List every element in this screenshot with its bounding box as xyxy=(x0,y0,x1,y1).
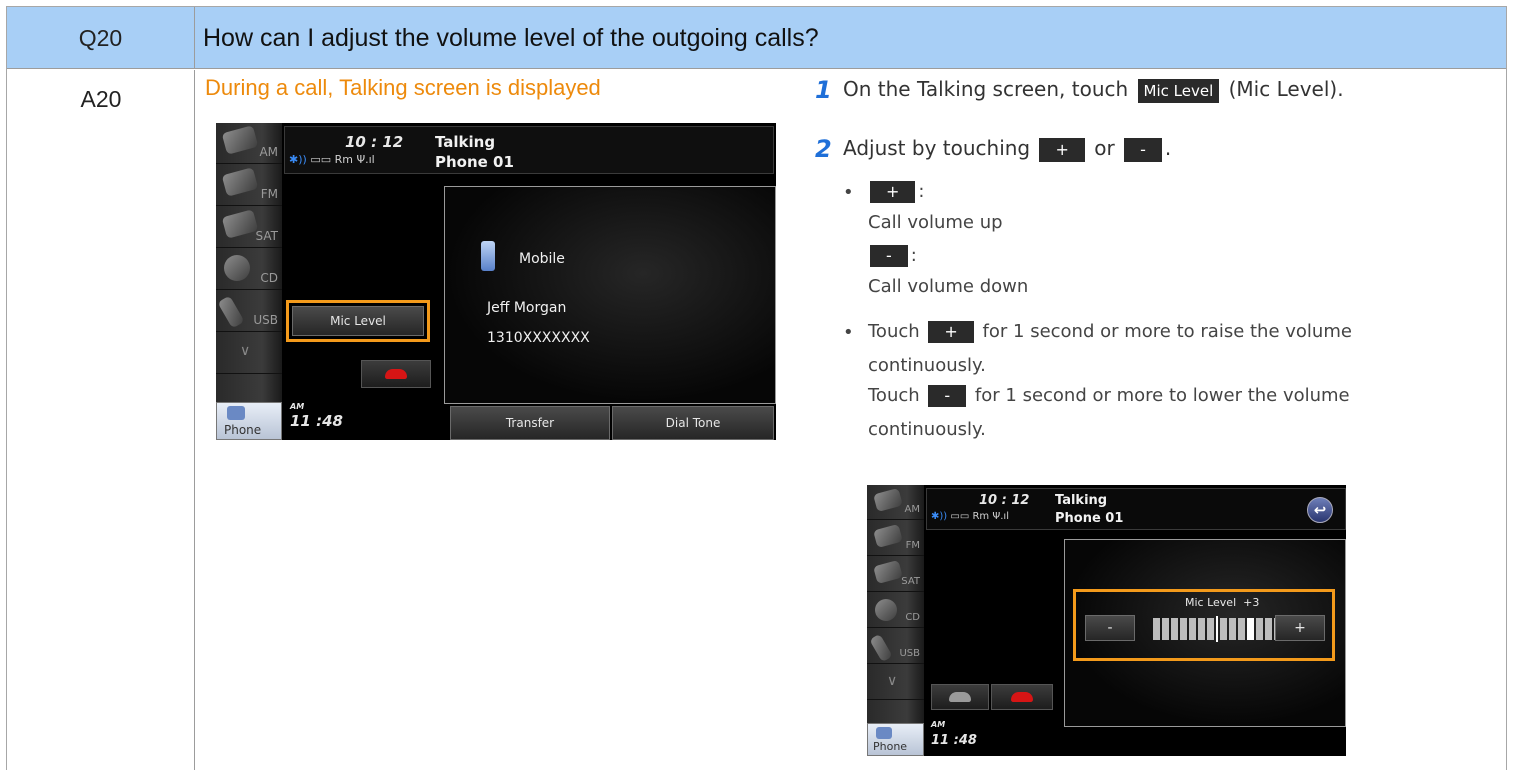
status-icons: ✱)) ▭▭ Rm Ψ.ıl xyxy=(289,153,375,166)
radio-icon xyxy=(221,125,259,155)
usb-icon xyxy=(869,633,893,663)
transfer-button[interactable]: Transfer xyxy=(450,406,610,440)
disc-icon xyxy=(224,255,250,281)
plus-definition: +: xyxy=(867,181,924,203)
question-row: Q20 How can I adjust the volume level of… xyxy=(7,7,1506,69)
clock: 10 : 12 xyxy=(345,133,404,151)
caller-number: 1310XXXXXXX xyxy=(487,330,590,346)
phone-handset-icon xyxy=(949,692,971,702)
dial-tone-button[interactable]: Dial Tone xyxy=(612,406,774,440)
source-cd[interactable]: CD xyxy=(867,593,924,628)
chevron-down-icon: ∨ xyxy=(887,673,898,689)
source-usb[interactable]: USB xyxy=(216,291,282,332)
source-fm[interactable]: FM xyxy=(216,165,282,206)
screen-subtitle: Phone 01 xyxy=(1055,511,1124,526)
caller-type: Mobile xyxy=(519,251,565,267)
start-call-button[interactable] xyxy=(931,684,989,710)
satellite-icon xyxy=(873,559,903,585)
step-2: Adjust by touching + or -. xyxy=(843,136,1172,162)
signal-icon: Ψ.ıl xyxy=(992,511,1009,522)
status-bar: 10 : 12 ✱)) ▭▭ Rm Ψ.ıl Talking Phone 01 … xyxy=(926,488,1346,530)
mobile-phone-icon xyxy=(481,241,495,271)
question-id: Q20 xyxy=(7,7,195,69)
hold-minus-cont: continuously. xyxy=(868,419,986,440)
step-2-number: 2 xyxy=(815,135,832,163)
phone-icon xyxy=(227,406,245,420)
radio-icon xyxy=(873,487,903,513)
mic-level-highlight xyxy=(1073,589,1335,661)
source-cd[interactable]: CD xyxy=(216,249,282,290)
source-fm[interactable]: FM xyxy=(867,521,924,556)
talking-screen-1: AM FM SAT CD USB ∨ Phone 10 : 12 ✱)) ▭▭ … xyxy=(216,123,776,440)
talking-screen-2: AM FM SAT CD USB ∨ Phone 10 : 12 ✱)) ▭▭ … xyxy=(867,485,1346,756)
end-call-button[interactable] xyxy=(991,684,1053,710)
answer-caption: During a call, Talking screen is display… xyxy=(205,75,601,100)
clock: 10 : 12 xyxy=(979,493,1030,508)
caller-panel: Mobile Jeff Morgan 1310XXXXXXX xyxy=(444,186,776,404)
minus-key: - xyxy=(928,385,967,407)
minus-definition: -: xyxy=(867,245,917,267)
radio-icon xyxy=(221,167,259,197)
more-sources-button[interactable]: ∨ xyxy=(867,665,924,700)
chevron-down-icon: ∨ xyxy=(240,343,251,359)
usb-icon xyxy=(217,295,245,329)
source-am[interactable]: AM xyxy=(867,485,924,520)
satellite-icon xyxy=(221,209,259,239)
question-text: How can I adjust the volume level of the… xyxy=(203,24,819,52)
back-icon[interactable]: ↩ xyxy=(1307,497,1333,523)
step-1-number: 1 xyxy=(815,76,832,104)
screen-title: Talking xyxy=(435,133,496,151)
more-sources-button[interactable]: ∨ xyxy=(216,333,282,374)
plus-key: + xyxy=(1039,137,1085,162)
source-sat[interactable]: SAT xyxy=(216,207,282,248)
bluetooth-icon: ✱)) xyxy=(289,153,307,166)
status-icons: ✱)) ▭▭ Rm Ψ.ıl xyxy=(931,511,1009,522)
signal-icon: Ψ.ıl xyxy=(356,153,375,166)
answer-id-cell: A20 xyxy=(7,70,195,770)
hold-plus-cont: continuously. xyxy=(868,355,986,376)
hold-plus-note: Touch + for 1 second or more to raise th… xyxy=(868,321,1352,343)
source-usb[interactable]: USB xyxy=(867,629,924,664)
caller-name: Jeff Morgan xyxy=(487,300,567,316)
source-sidebar: AM FM SAT CD USB ∨ Phone xyxy=(216,123,282,440)
minus-key: - xyxy=(870,245,908,267)
screen-subtitle: Phone 01 xyxy=(435,153,514,171)
phone-tab[interactable]: Phone xyxy=(867,723,924,756)
source-sat[interactable]: SAT xyxy=(867,557,924,592)
minus-key: - xyxy=(1124,137,1162,162)
step-1: On the Talking screen, touch Mic Level (… xyxy=(843,77,1344,103)
battery-icon: ▭▭ xyxy=(310,153,332,166)
call-volume-down: Call volume down xyxy=(868,276,1029,297)
mic-level-highlight xyxy=(286,300,430,342)
phone-icon xyxy=(876,727,892,739)
mic-level-key: Mic Level xyxy=(1137,78,1220,103)
call-volume-up: Call volume up xyxy=(868,212,1003,233)
answer-id: A20 xyxy=(80,86,122,112)
bottom-clock: AM 11 :48 xyxy=(931,720,977,749)
plus-key: + xyxy=(870,181,916,203)
phone-tab[interactable]: Phone xyxy=(216,402,282,440)
status-bar: 10 : 12 ✱)) ▭▭ Rm Ψ.ıl Talking Phone 01 xyxy=(284,126,774,174)
battery-icon: ▭▭ xyxy=(950,511,970,522)
bluetooth-icon: ✱)) xyxy=(931,511,948,522)
bottom-clock: AM 11 :48 xyxy=(290,402,343,431)
end-call-button[interactable] xyxy=(361,360,431,388)
end-call-icon xyxy=(385,369,407,379)
screen-title: Talking xyxy=(1055,493,1108,508)
end-call-icon xyxy=(1011,692,1033,702)
bullet: • xyxy=(843,322,854,343)
hold-minus-note: Touch - for 1 second or more to lower th… xyxy=(868,385,1350,407)
disc-icon xyxy=(875,599,897,621)
plus-key: + xyxy=(928,321,974,343)
bullet: • xyxy=(843,182,854,203)
radio-icon xyxy=(873,523,903,549)
source-am[interactable]: AM xyxy=(216,123,282,164)
source-sidebar: AM FM SAT CD USB ∨ Phone xyxy=(867,485,924,756)
